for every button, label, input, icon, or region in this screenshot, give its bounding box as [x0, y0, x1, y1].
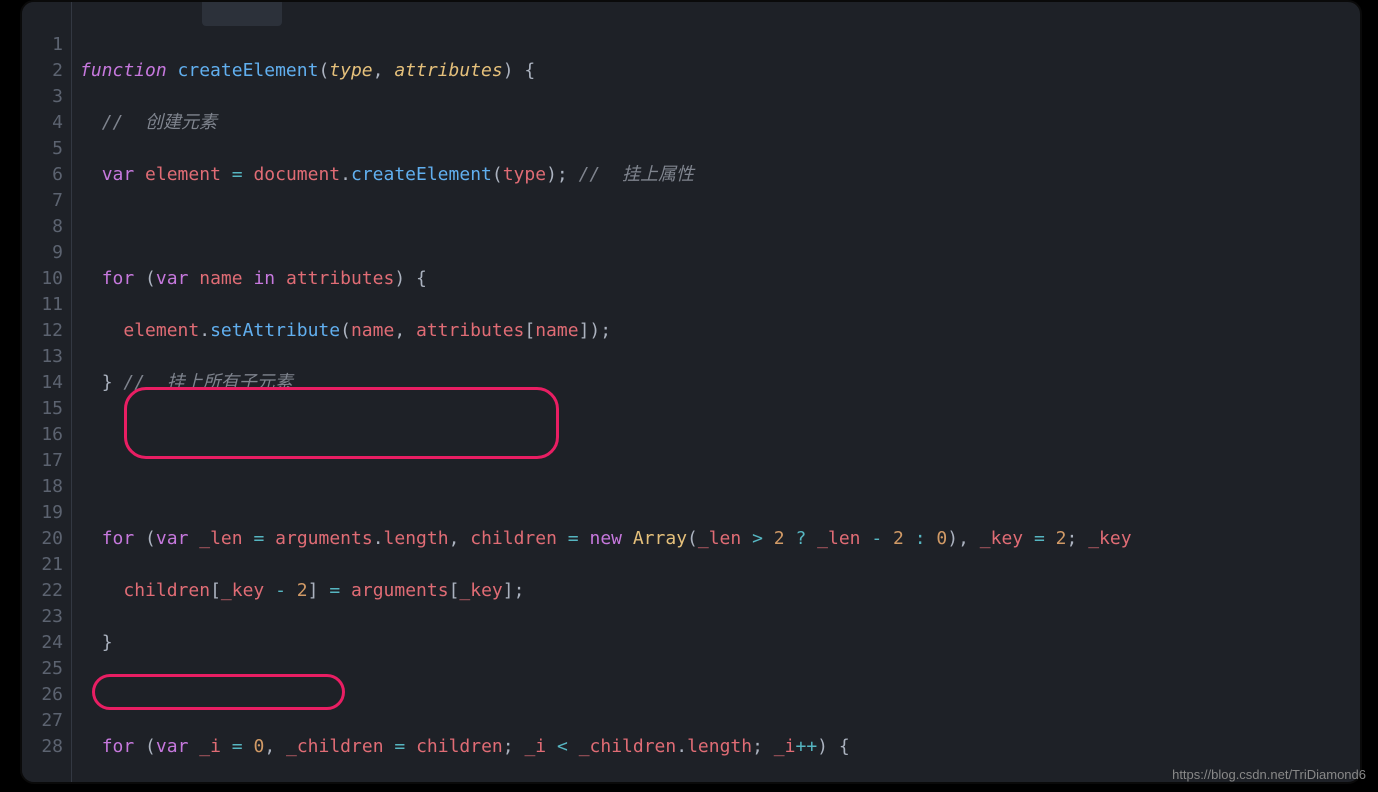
line-number: 12: [22, 318, 63, 344]
param-attributes: attributes: [394, 60, 502, 81]
line-number: 28: [22, 734, 63, 760]
var-key: _key: [980, 528, 1023, 549]
arg-name: name: [351, 320, 394, 341]
num-2: 2: [297, 580, 308, 601]
line-number: 8: [22, 214, 63, 240]
line-number: 23: [22, 604, 63, 630]
line-number: 11: [22, 292, 63, 318]
keyword-var: var: [102, 164, 135, 185]
method-setAttribute: setAttribute: [210, 320, 340, 341]
line-number: 13: [22, 344, 63, 370]
arg-type: type: [503, 164, 546, 185]
var-len: _len: [199, 528, 242, 549]
line-number: 14: [22, 370, 63, 396]
line-number-gutter: 1234567891011121314151617181920212223242…: [22, 2, 72, 782]
param-type: type: [329, 60, 372, 81]
arguments: arguments: [351, 580, 449, 601]
var-len: _len: [698, 528, 741, 549]
var-i: _i: [774, 736, 796, 757]
method-createElement: createElement: [351, 164, 492, 185]
keyword-in: in: [253, 268, 275, 289]
line-number: 18: [22, 474, 63, 500]
var-i: _i: [524, 736, 546, 757]
num-0: 0: [253, 736, 264, 757]
keyword-var: var: [156, 268, 189, 289]
prop-length: length: [384, 528, 449, 549]
keyword-var: var: [156, 528, 189, 549]
line-number: 4: [22, 110, 63, 136]
comment: // 挂上属性: [579, 164, 694, 185]
var-children2: _children: [579, 736, 677, 757]
line-number: 6: [22, 162, 63, 188]
num-2: 2: [893, 528, 904, 549]
var-children: children: [123, 580, 210, 601]
line-number: 16: [22, 422, 63, 448]
keyword-for: for: [102, 268, 135, 289]
var-len: _len: [817, 528, 860, 549]
prop-length: length: [687, 736, 752, 757]
var-key: _key: [459, 580, 502, 601]
line-number: 25: [22, 656, 63, 682]
var-element: element: [145, 164, 221, 185]
var-i: _i: [199, 736, 221, 757]
line-number: 7: [22, 188, 63, 214]
var-key: _key: [221, 580, 264, 601]
line-number: 26: [22, 682, 63, 708]
var-children: children: [416, 736, 503, 757]
var-element: element: [123, 320, 199, 341]
line-number: 5: [22, 136, 63, 162]
keyword-new: new: [589, 528, 622, 549]
keyword-for: for: [102, 528, 135, 549]
line-number: 22: [22, 578, 63, 604]
idx-name: name: [535, 320, 578, 341]
keyword-for: for: [102, 736, 135, 757]
num-0: 0: [936, 528, 947, 549]
line-number: 20: [22, 526, 63, 552]
document-obj: document: [253, 164, 340, 185]
keyword-function: function: [80, 60, 167, 81]
num-2: 2: [774, 528, 785, 549]
var-name: name: [199, 268, 242, 289]
builtin-Array: Array: [633, 528, 687, 549]
keyword-var: var: [156, 736, 189, 757]
line-number: 9: [22, 240, 63, 266]
line-number: 21: [22, 552, 63, 578]
var-attributes: attributes: [286, 268, 394, 289]
line-number: 10: [22, 266, 63, 292]
comment: // 挂上所有子元素: [123, 372, 292, 393]
line-number: 3: [22, 84, 63, 110]
line-number: 2: [22, 58, 63, 84]
code-editor-window: 1234567891011121314151617181920212223242…: [20, 0, 1362, 784]
line-number: 17: [22, 448, 63, 474]
code-content[interactable]: function createElement(type, attributes)…: [72, 2, 1360, 782]
line-number: 15: [22, 396, 63, 422]
num-2: 2: [1056, 528, 1067, 549]
var-children2: _children: [286, 736, 384, 757]
arguments: arguments: [275, 528, 373, 549]
line-number: 19: [22, 500, 63, 526]
var-key: _key: [1088, 528, 1131, 549]
func-name: createElement: [178, 60, 319, 81]
comment: // 创建元素: [102, 112, 217, 133]
var-children: children: [470, 528, 557, 549]
line-number: 24: [22, 630, 63, 656]
watermark-text: https://blog.csdn.net/TriDiamond6: [1172, 762, 1366, 788]
arg-attributes: attributes: [416, 320, 524, 341]
line-number: 1: [22, 32, 63, 58]
line-number: 27: [22, 708, 63, 734]
